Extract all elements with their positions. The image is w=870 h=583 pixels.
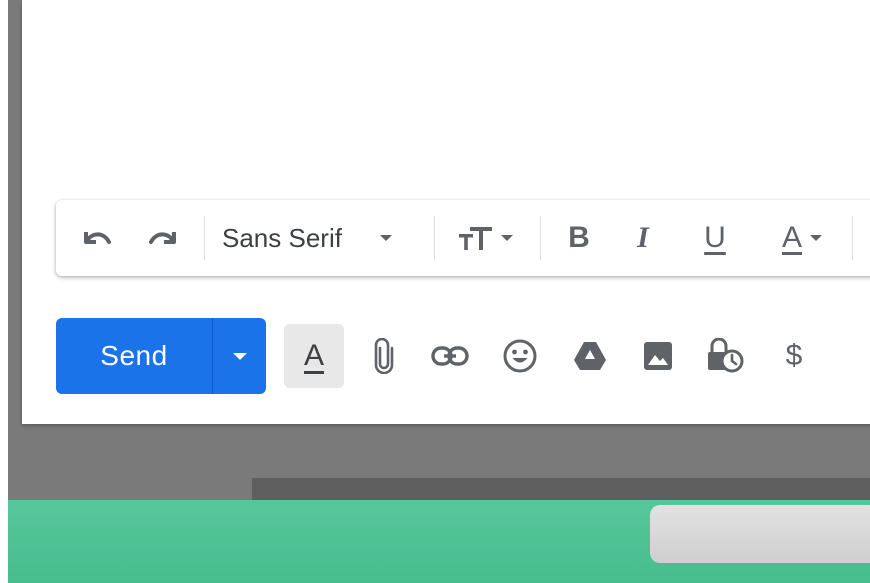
- toolbar-separator: [204, 216, 205, 260]
- font-size-button[interactable]: [446, 218, 524, 258]
- formatting-icon: A: [303, 339, 324, 372]
- redo-button[interactable]: [142, 218, 186, 258]
- toolbar-separator: [852, 216, 853, 260]
- text-color-button[interactable]: A: [762, 218, 842, 258]
- left-edge: [0, 0, 8, 583]
- italic-label: I: [637, 221, 649, 254]
- send-button[interactable]: Send: [56, 318, 212, 394]
- send-money-button[interactable]: $: [774, 324, 814, 388]
- photo-icon: [644, 342, 672, 370]
- send-label: Send: [100, 340, 168, 371]
- attach-icon: [374, 338, 394, 374]
- confidential-mode-button[interactable]: [702, 324, 750, 388]
- emoji-icon: [503, 339, 537, 373]
- undo-button[interactable]: [74, 218, 118, 258]
- text-color-label: A: [781, 221, 802, 254]
- insert-emoji-button[interactable]: [498, 324, 542, 388]
- insert-drive-button[interactable]: [568, 324, 612, 388]
- send-options-button[interactable]: [213, 318, 266, 394]
- confidential-icon: [708, 338, 744, 373]
- formatting-options-toggle[interactable]: A: [284, 324, 344, 388]
- chevron-down-icon: [232, 352, 247, 360]
- background-card: [650, 505, 870, 563]
- formatting-toolbar: Sans Serif B I U A: [56, 200, 870, 276]
- underline-button[interactable]: U: [692, 218, 738, 258]
- font-family-select[interactable]: Sans Serif: [216, 218, 424, 258]
- bold-button[interactable]: B: [556, 218, 602, 258]
- underline-label: U: [704, 221, 726, 254]
- drive-icon: [574, 342, 606, 370]
- bold-label: B: [568, 221, 590, 254]
- chevron-down-icon: [810, 235, 822, 241]
- attach-files-button[interactable]: [366, 324, 402, 388]
- link-icon: [431, 346, 469, 366]
- text-size-icon: [459, 227, 492, 250]
- chevron-down-icon: [501, 235, 513, 241]
- undo-icon: [84, 232, 111, 244]
- insert-photo-button[interactable]: [636, 324, 680, 388]
- toolbar-separator: [434, 216, 435, 260]
- font-family-label: Sans Serif: [222, 222, 342, 253]
- money-icon: $: [785, 339, 803, 372]
- toolbar-separator: [540, 216, 541, 260]
- insert-link-button[interactable]: [428, 324, 472, 388]
- chevron-down-icon: [379, 235, 392, 241]
- italic-button[interactable]: I: [620, 218, 666, 258]
- redo-icon: [149, 232, 176, 244]
